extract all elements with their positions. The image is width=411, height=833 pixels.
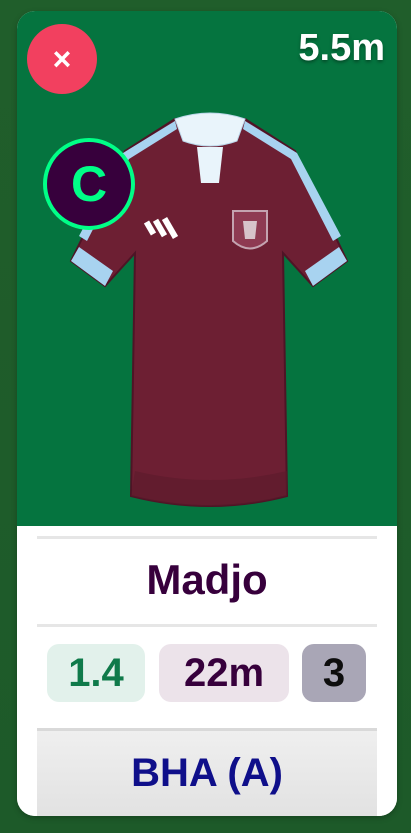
player-price: 5.5m — [298, 27, 385, 69]
captain-badge-label: C — [70, 156, 108, 212]
selected-value: 22m — [183, 650, 265, 695]
close-icon: × — [52, 40, 72, 77]
player-card-header: × 5.5m C — [17, 11, 397, 526]
fixture-label: BHA (A) — [131, 751, 283, 795]
captain-badge: C — [43, 138, 135, 230]
next-fixture: BHA (A) — [37, 728, 377, 816]
close-button[interactable]: × — [27, 24, 97, 94]
club-crest-icon — [232, 210, 268, 250]
player-info: Madjo 1.4 22m 3 BHA (A) — [17, 526, 397, 816]
form-value: 1.4 — [68, 650, 124, 695]
points-stat: 3 — [302, 644, 366, 702]
selected-stat: 22m — [159, 644, 289, 702]
player-card[interactable]: × 5.5m C Madjo 1.4 22m 3 BHA (A) — [17, 11, 397, 816]
divider — [37, 624, 377, 627]
form-stat: 1.4 — [47, 644, 145, 702]
points-value: 3 — [322, 650, 346, 695]
screen: × 5.5m C Madjo 1.4 22m 3 BHA (A) — [0, 0, 411, 833]
player-name: Madjo — [146, 556, 268, 603]
divider — [37, 536, 377, 539]
